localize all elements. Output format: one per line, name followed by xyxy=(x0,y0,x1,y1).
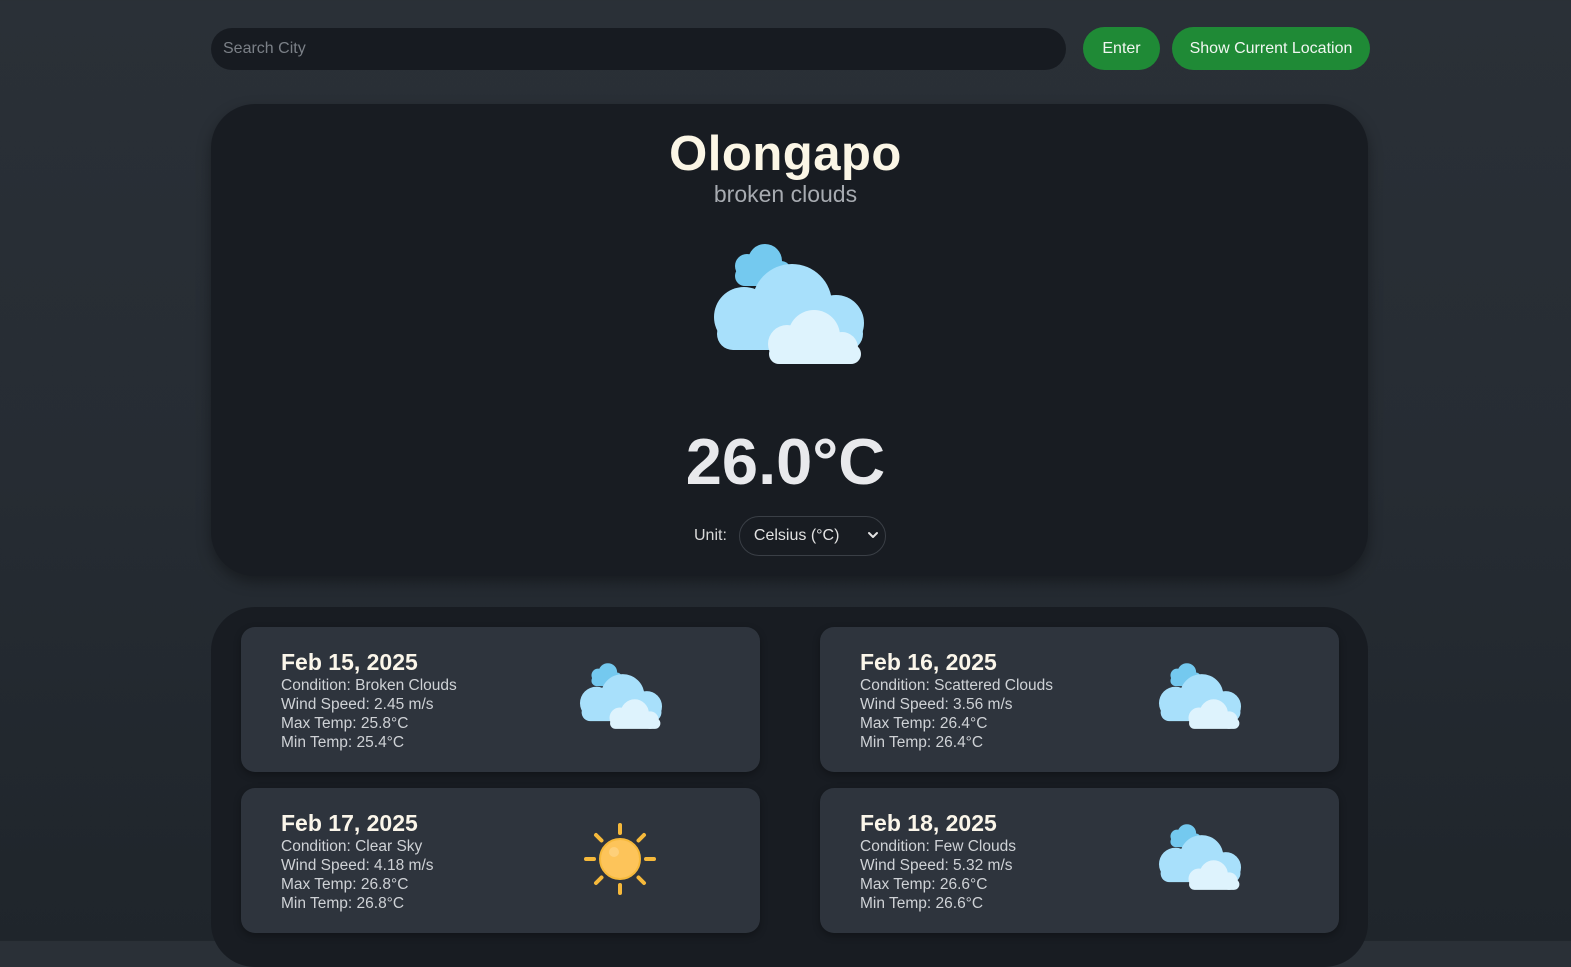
forecast-date: Feb 18, 2025 xyxy=(860,810,997,836)
sun-icon xyxy=(583,822,657,901)
forecast-max-temp: Max Temp: 26.8°C xyxy=(281,876,409,893)
forecast-card: Feb 16, 2025 Condition: Scattered Clouds… xyxy=(820,627,1339,772)
forecast-min-temp: Min Temp: 25.4°C xyxy=(281,734,405,751)
forecast-condition: Condition: Few Clouds xyxy=(860,838,1016,855)
forecast-condition: Condition: Clear Sky xyxy=(281,838,423,855)
forecast-min-temp: Min Temp: 26.6°C xyxy=(860,895,984,912)
forecast-max-temp: Max Temp: 26.4°C xyxy=(860,715,988,732)
forecast-date: Feb 15, 2025 xyxy=(281,649,418,675)
weather-description: broken clouds xyxy=(713,181,858,207)
forecast-condition: Condition: Scattered Clouds xyxy=(860,677,1054,694)
unit-selector: Unit: Celsius (°C) xyxy=(694,515,886,557)
search-input[interactable] xyxy=(211,28,1066,70)
scattered-clouds-icon xyxy=(1156,661,1244,736)
forecast-condition: Condition: Broken Clouds xyxy=(281,677,457,694)
forecast-min-temp: Min Temp: 26.4°C xyxy=(860,734,984,751)
forecast-wind-speed: Wind Speed: 3.56 m/s xyxy=(860,696,1013,713)
unit-select-value: Celsius (°C) xyxy=(753,527,840,544)
show-current-location-button[interactable]: Show Current Location xyxy=(1172,27,1370,70)
current-temperature: 26.0°C xyxy=(685,425,886,498)
chevron-down-icon xyxy=(867,532,878,538)
forecast-card: Feb 15, 2025 Condition: Broken Clouds Wi… xyxy=(241,627,760,772)
search-bar: Enter Show Current Location xyxy=(211,27,1371,71)
forecast-max-temp: Max Temp: 26.6°C xyxy=(860,876,988,893)
forecast-card: Feb 18, 2025 Condition: Few Clouds Wind … xyxy=(820,788,1339,933)
forecast-max-temp: Max Temp: 25.8°C xyxy=(281,715,409,732)
city-name: Olongapo xyxy=(669,127,902,181)
forecast-card: Feb 17, 2025 Condition: Clear Sky Wind S… xyxy=(241,788,760,933)
forecast-date: Feb 17, 2025 xyxy=(281,810,418,836)
enter-button[interactable]: Enter xyxy=(1083,27,1160,70)
unit-select[interactable]: Celsius (°C) xyxy=(738,516,886,556)
forecast-wind-speed: Wind Speed: 5.32 m/s xyxy=(860,857,1013,874)
forecast-wind-speed: Wind Speed: 4.18 m/s xyxy=(281,857,434,874)
broken-clouds-icon xyxy=(709,240,869,373)
few-clouds-icon xyxy=(1156,822,1244,897)
forecast-wind-speed: Wind Speed: 2.45 m/s xyxy=(281,696,434,713)
forecast-date: Feb 16, 2025 xyxy=(860,649,997,675)
unit-label: Unit: xyxy=(694,527,727,544)
broken-clouds-icon xyxy=(577,661,665,736)
forecast-min-temp: Min Temp: 26.8°C xyxy=(281,895,405,912)
